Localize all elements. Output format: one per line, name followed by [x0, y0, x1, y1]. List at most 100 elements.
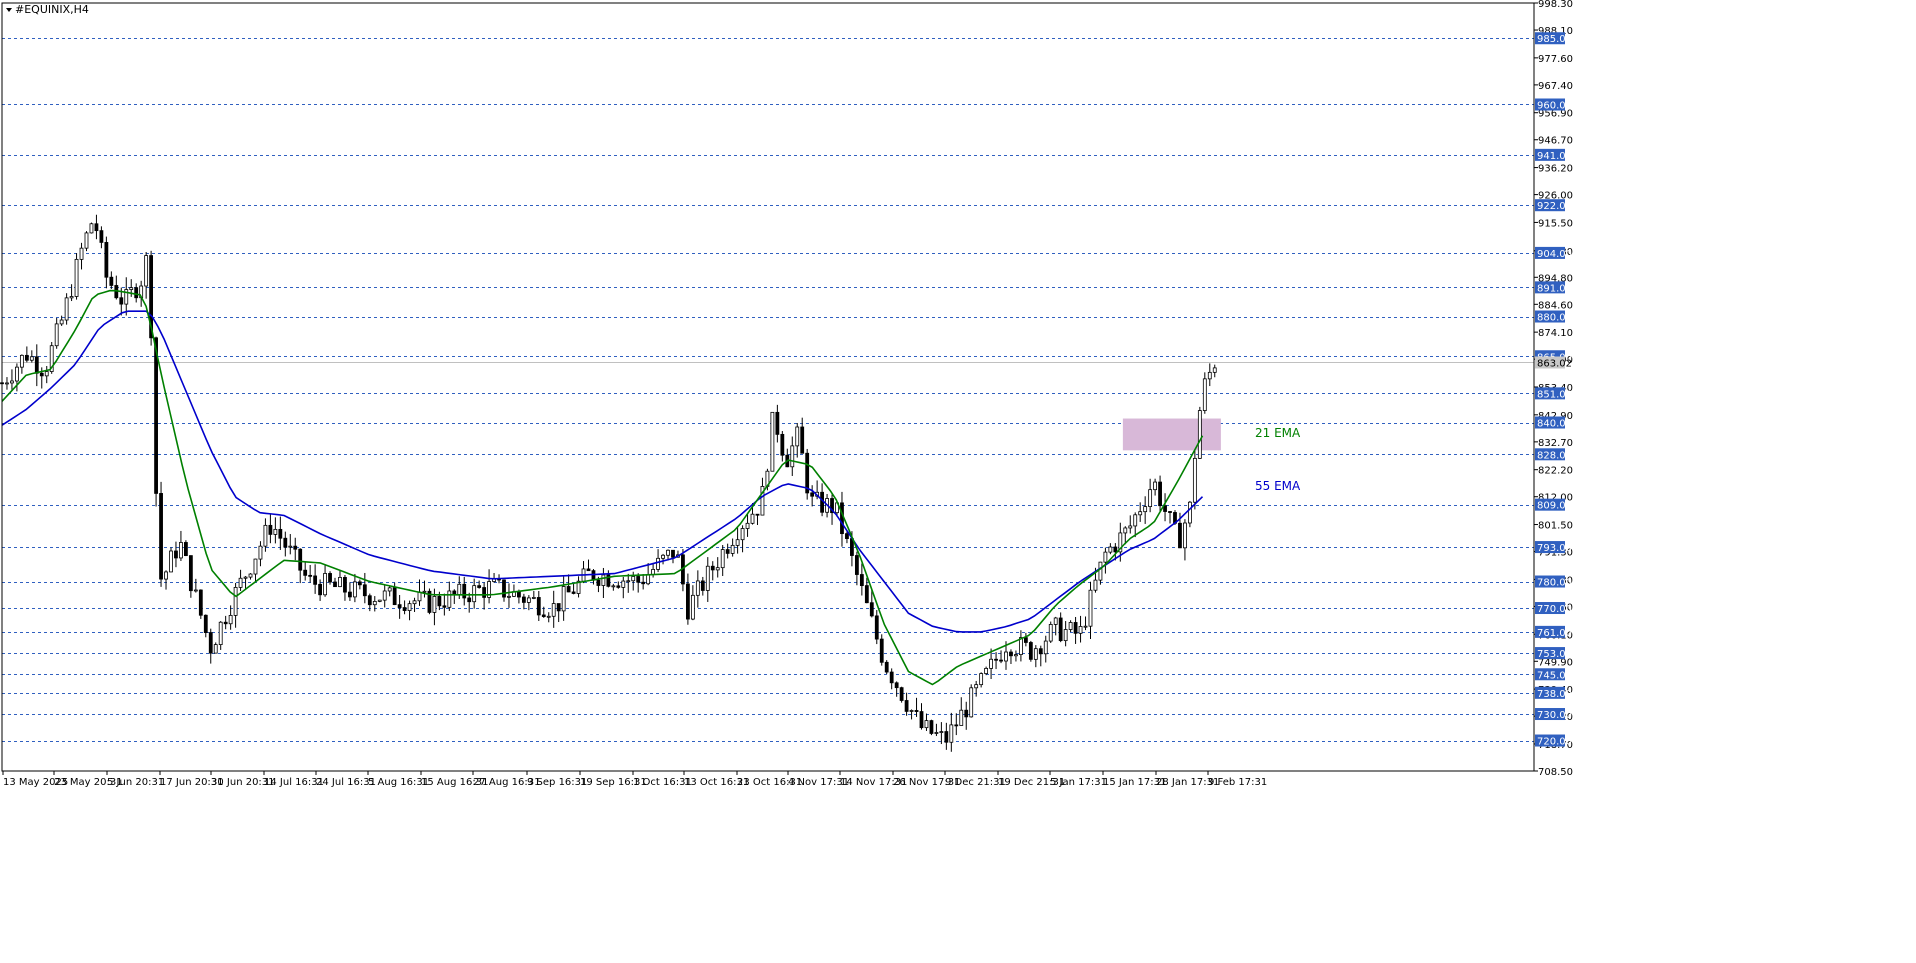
time-tick-label: 5 Aug 16:31: [368, 777, 429, 788]
candle: [616, 581, 621, 589]
candle: [447, 581, 452, 611]
candle: [641, 574, 646, 590]
candle: [904, 692, 909, 716]
current-price-label: 863.02: [1537, 359, 1572, 370]
candle: [372, 596, 377, 612]
candle: [969, 684, 974, 718]
candle: [690, 585, 695, 621]
candle: [1083, 616, 1088, 631]
candle: [338, 570, 342, 588]
candle: [576, 576, 581, 598]
candle: [258, 541, 263, 567]
candle: [213, 642, 218, 654]
candle: [899, 686, 904, 703]
candle: [218, 621, 223, 650]
candle: [382, 584, 387, 608]
candle: [1153, 478, 1158, 496]
candle: [1207, 363, 1212, 387]
candle: [303, 561, 308, 581]
candle: [99, 226, 104, 249]
candle: [1014, 650, 1018, 662]
level-tag-label: 745.00: [1537, 670, 1572, 681]
level-tag-label: 809.00: [1537, 501, 1572, 512]
candle: [348, 582, 352, 601]
candle: [840, 491, 844, 547]
level-tag-label: 730.00: [1537, 710, 1572, 721]
candle: [651, 563, 656, 578]
candle: [1138, 502, 1143, 522]
candle: [308, 564, 313, 583]
price-tick-label: 946.70: [1538, 136, 1573, 147]
candle: [710, 561, 715, 581]
level-tag-label: 851.00: [1537, 389, 1572, 400]
chart-canvas[interactable]: 998.30988.10977.60967.40956.90946.70936.…: [0, 0, 1916, 963]
candle: [859, 563, 864, 596]
candle: [661, 553, 665, 565]
price-tick-label: 832.70: [1538, 438, 1573, 449]
level-tag-label: 922.00: [1537, 201, 1572, 212]
candle: [273, 517, 278, 544]
level-tag-label: 780.00: [1537, 578, 1572, 589]
level-tag-label: 738.00: [1537, 689, 1572, 700]
level-tag-label: 793.00: [1537, 543, 1572, 554]
price-tick-label: 801.50: [1538, 521, 1573, 532]
candle: [10, 369, 14, 391]
candle: [611, 583, 616, 591]
candle: [571, 583, 576, 595]
candle: [621, 576, 626, 599]
candle: [179, 530, 183, 561]
candle: [94, 214, 99, 240]
candlestick-series: [0, 214, 1217, 752]
level-tag-label: 720.00: [1537, 737, 1572, 748]
candle: [606, 570, 611, 588]
candle: [352, 573, 357, 603]
time-tick-label: 5 Jan 17:31: [1050, 777, 1107, 788]
candle: [954, 713, 959, 736]
candle: [184, 540, 188, 557]
candle: [233, 582, 238, 628]
candle: [467, 592, 472, 613]
candle: [263, 518, 268, 552]
candle: [387, 586, 392, 597]
level-tag-label: 985.00: [1537, 34, 1572, 45]
time-tick-label: 14 Jul 16:31: [264, 777, 324, 788]
level-tag-label: 941.00: [1537, 151, 1572, 162]
candle: [357, 579, 362, 590]
candle: [164, 570, 168, 590]
candle: [298, 548, 303, 584]
candle: [193, 578, 198, 593]
candle: [1078, 615, 1083, 643]
candle: [84, 231, 89, 252]
candle: [104, 236, 109, 289]
symbol-title: #EQUINIX,H4: [15, 3, 89, 16]
candle: [924, 713, 929, 731]
candle: [402, 600, 407, 615]
level-tag-label: 904.00: [1537, 249, 1572, 260]
candle: [715, 557, 720, 578]
candle: [283, 531, 288, 557]
candle: [681, 548, 685, 592]
candle: [507, 583, 511, 608]
price-tick-label: 967.40: [1538, 81, 1573, 92]
level-tag-label: 840.00: [1537, 419, 1572, 430]
candle: [934, 723, 939, 737]
candle: [1038, 645, 1043, 667]
candle: [472, 578, 477, 609]
price-tick-label: 977.60: [1538, 54, 1573, 65]
dropdown-triangle-icon[interactable]: [6, 8, 12, 12]
candle: [894, 681, 899, 697]
candle: [556, 603, 561, 623]
candle: [994, 652, 998, 670]
candle: [700, 576, 705, 596]
candle: [1033, 645, 1038, 668]
candle: [114, 275, 119, 300]
time-tick-label: 24 Jul 16:31: [316, 777, 376, 788]
candle: [512, 584, 516, 598]
candle: [919, 703, 924, 730]
candle: [725, 543, 730, 559]
candle: [29, 350, 34, 363]
candle: [427, 588, 432, 615]
candle: [656, 549, 660, 573]
candle: [521, 593, 526, 610]
candle: [487, 569, 491, 604]
